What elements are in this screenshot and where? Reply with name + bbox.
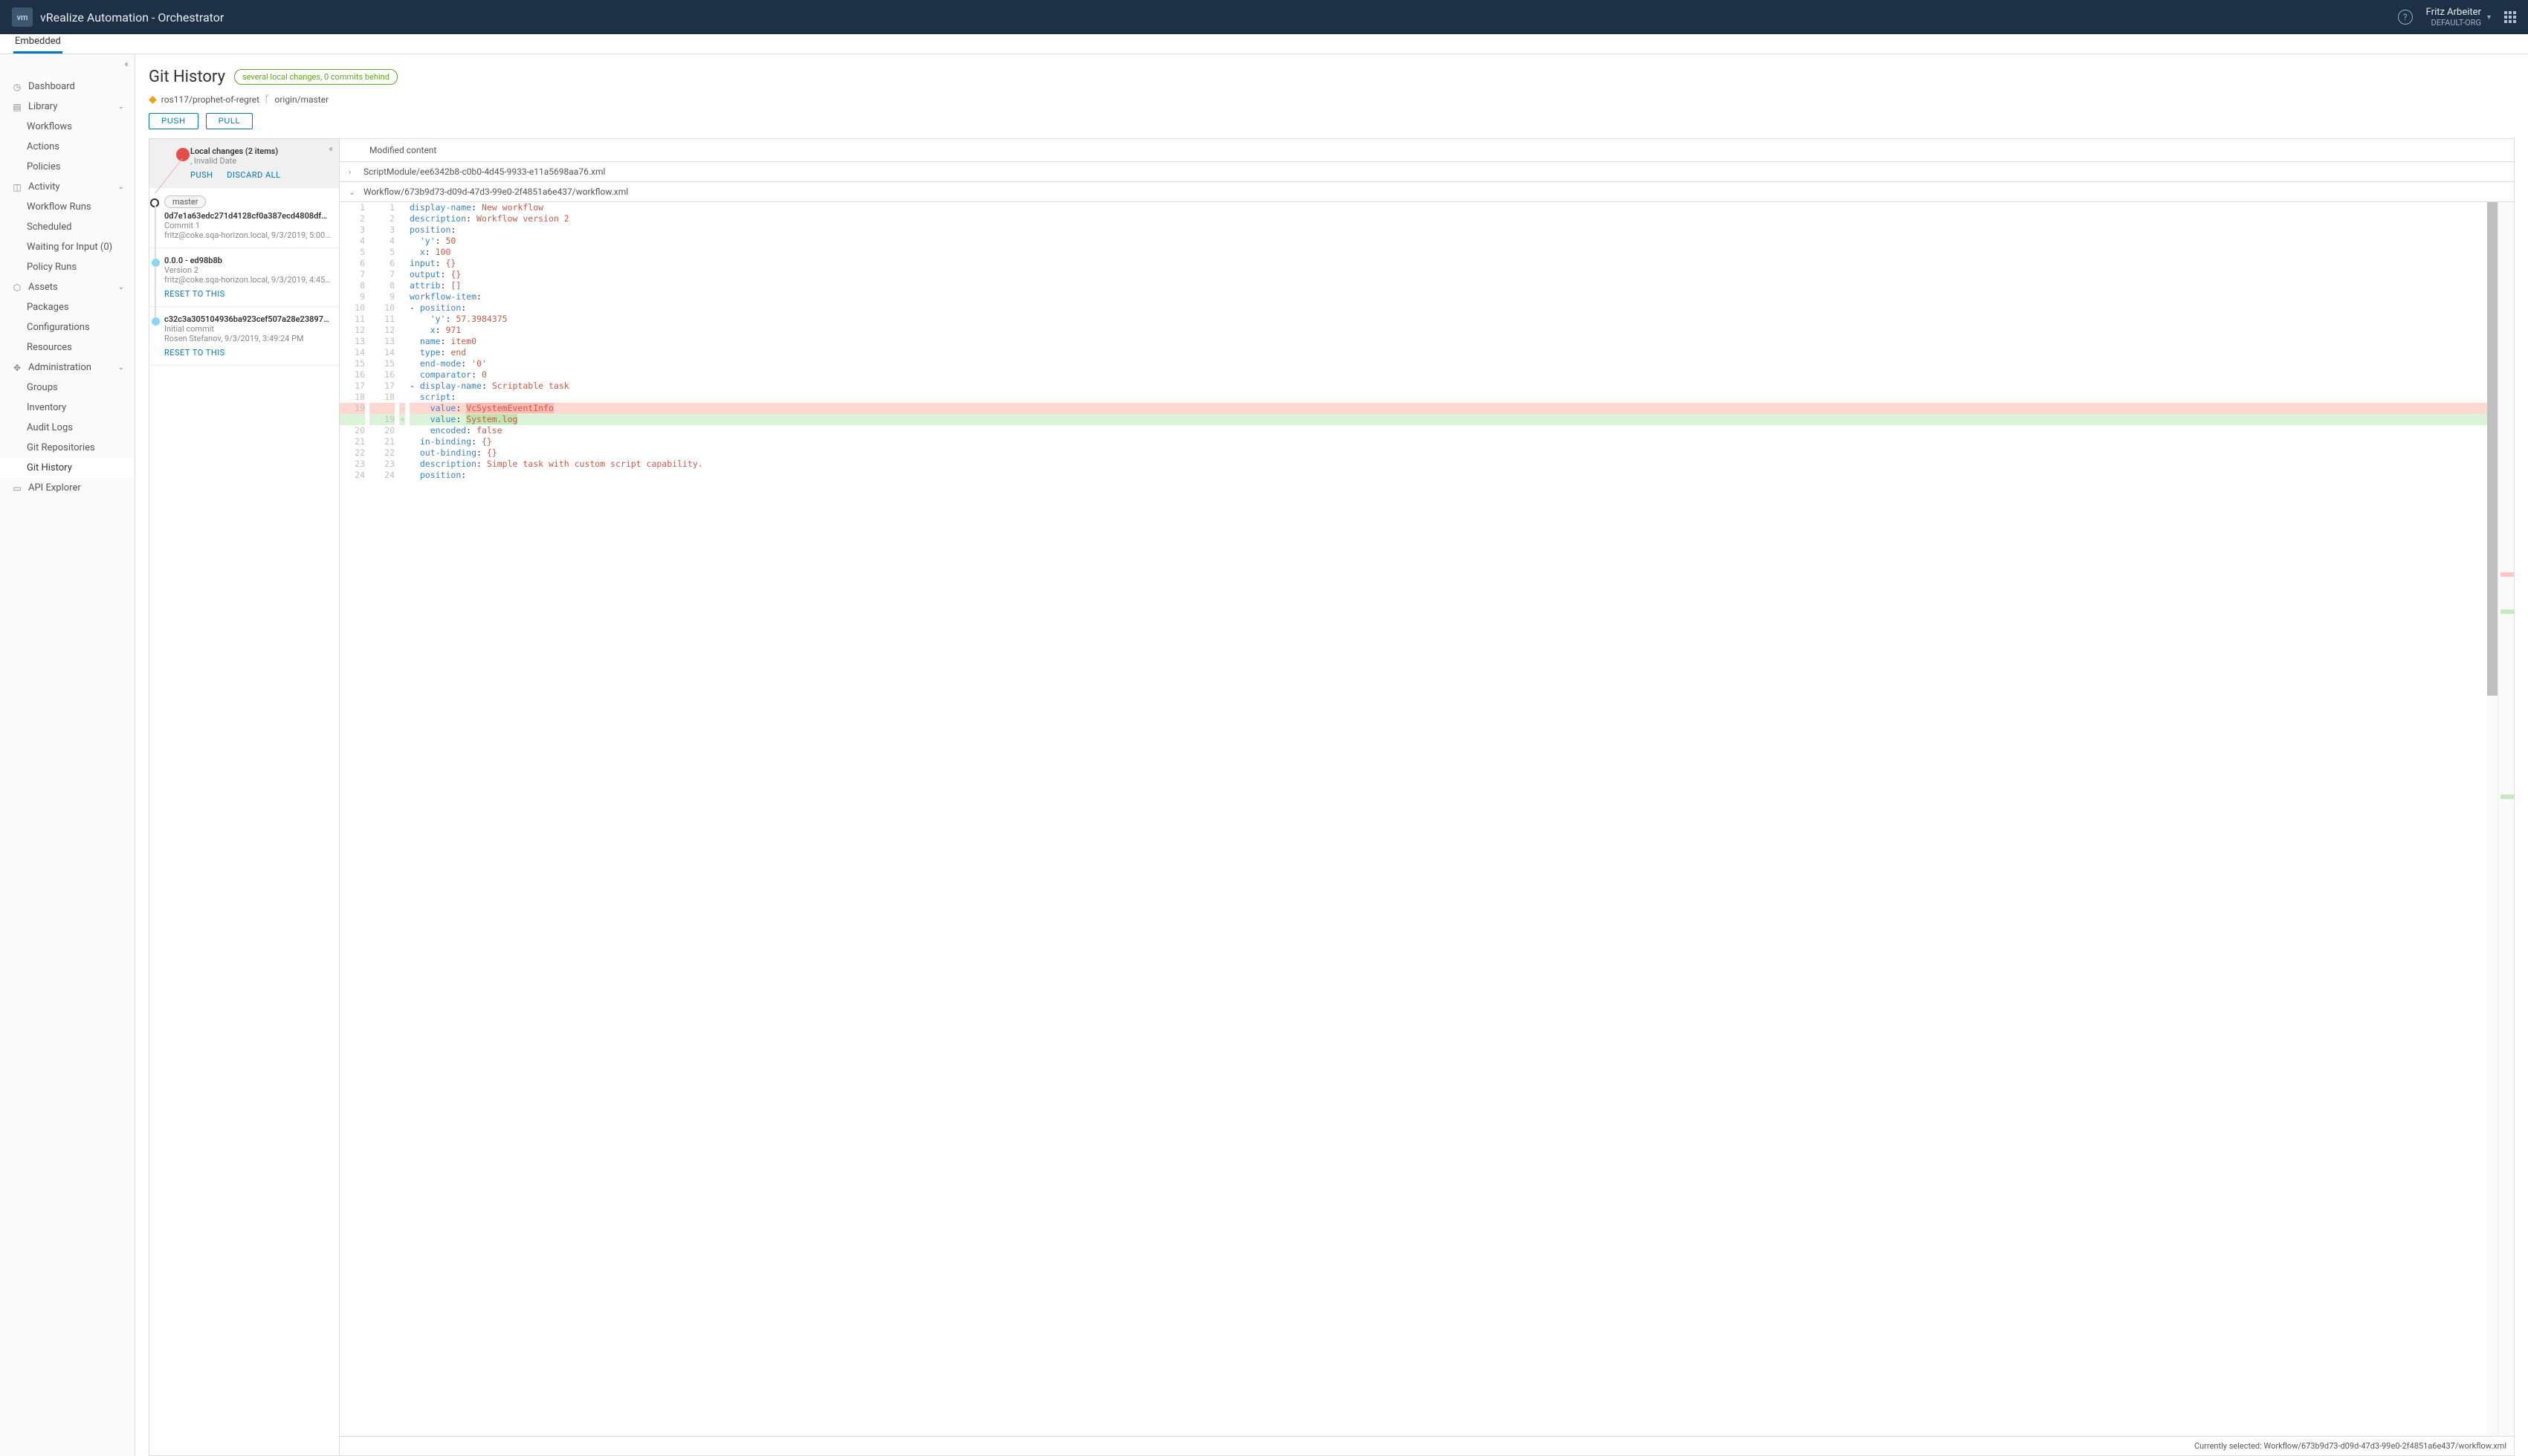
main-content: Git History several local changes, 0 com… xyxy=(135,54,2528,1456)
diff-header: Modified content xyxy=(340,139,2514,162)
user-name: Fritz Arbeiter xyxy=(2426,7,2481,18)
diff-footer: Currently selected: Workflow/673b9d73-d0… xyxy=(340,1436,2514,1455)
user-menu[interactable]: Fritz Arbeiter DEFAULT-ORG ▾ xyxy=(2426,7,2491,27)
file-row-expanded[interactable]: ⌄ Workflow/673b9d73-d09d-47d3-99e0-2f485… xyxy=(340,182,2514,202)
user-org: DEFAULT-ORG xyxy=(2426,18,2481,27)
nav-api-explorer[interactable]: ▭ API Explorer xyxy=(0,478,135,498)
chevron-right-icon: › xyxy=(349,167,363,177)
local-changes-dot xyxy=(176,148,190,161)
nav-waiting[interactable]: Waiting for Input (0) xyxy=(0,237,135,257)
admin-icon: ✥ xyxy=(12,363,22,373)
page-title: Git History xyxy=(149,68,225,86)
local-changes-title: Local changes (2 items) xyxy=(190,146,332,156)
nav-administration[interactable]: ✥ Administration ⌄ xyxy=(0,357,135,378)
chevron-down-icon: ⌄ xyxy=(118,363,124,372)
nav-dashboard[interactable]: ◷ Dashboard xyxy=(0,77,135,97)
branch-icon: ᚴ xyxy=(264,94,270,106)
api-icon: ▭ xyxy=(12,483,22,494)
chevron-down-icon: ⌄ xyxy=(118,283,124,291)
apps-launcher-icon[interactable] xyxy=(2504,11,2516,23)
commit-meta: fritz@coke.sqa-horizon.local, 9/3/2019, … xyxy=(164,275,332,285)
branch-tag: master xyxy=(164,195,206,208)
commit-message: Version 2 xyxy=(164,265,332,275)
library-icon: ▤ xyxy=(12,102,22,112)
sidebar-collapse-icon[interactable]: « xyxy=(124,59,129,69)
history-collapse-icon[interactable]: « xyxy=(329,143,333,154)
file-name: Workflow/673b9d73-d09d-47d3-99e0-2f4851a… xyxy=(363,187,628,197)
branch-name: origin/master xyxy=(274,94,329,105)
diff-body[interactable]: 1234567891011121314151617181920212223241… xyxy=(340,202,2514,1436)
nav-resources[interactable]: Resources xyxy=(0,337,135,357)
help-icon[interactable]: ? xyxy=(2398,10,2413,25)
repo-name: ros117/prophet-of-regret xyxy=(161,94,259,105)
local-changes-item[interactable]: Local changes (2 items) , Invalid Date P… xyxy=(149,139,339,188)
nav-policies[interactable]: Policies xyxy=(0,157,135,177)
commit-message: Commit 1 xyxy=(164,221,332,230)
nav-activity[interactable]: ◫ Activity ⌄ xyxy=(0,177,135,197)
nav-label: API Explorer xyxy=(28,482,81,494)
commit-item[interactable]: master 0d7e1a63edc271d4128cf0a387ecd4808… xyxy=(149,188,339,248)
commit-dot xyxy=(152,317,160,326)
tab-embedded[interactable]: Embedded xyxy=(13,32,62,54)
chevron-down-icon: ⌄ xyxy=(118,103,124,111)
chevron-down-icon: ⌄ xyxy=(118,183,124,191)
nav-workflow-runs[interactable]: Workflow Runs xyxy=(0,197,135,217)
header-right: ? Fritz Arbeiter DEFAULT-ORG ▾ xyxy=(2398,7,2516,27)
nav-assets[interactable]: ⬡ Assets ⌄ xyxy=(0,277,135,297)
nav-git-repos[interactable]: Git Repositories xyxy=(0,438,135,458)
commit-item[interactable]: c32c3a305104936ba923cef507a28e23897fd...… xyxy=(149,307,339,366)
nav-library[interactable]: ▤ Library ⌄ xyxy=(0,97,135,117)
file-name: ScriptModule/ee6342b8-c0b0-4d45-9933-e11… xyxy=(363,166,605,177)
nav-configurations[interactable]: Configurations xyxy=(0,317,135,337)
nav-label: Dashboard xyxy=(28,81,75,92)
vmware-logo: vm xyxy=(12,7,33,27)
nav-audit-logs[interactable]: Audit Logs xyxy=(0,418,135,438)
nav-inventory[interactable]: Inventory xyxy=(0,398,135,418)
nav-label: Activity xyxy=(28,181,60,192)
nav-actions[interactable]: Actions xyxy=(0,137,135,157)
diff-panel: Modified content › ScriptModule/ee6342b8… xyxy=(340,139,2514,1455)
dashboard-icon: ◷ xyxy=(12,82,22,92)
nav-git-history[interactable]: Git History xyxy=(0,458,135,478)
app-header: vm vRealize Automation - Orchestrator ? … xyxy=(0,0,2528,34)
local-discard-link[interactable]: DISCARD ALL xyxy=(227,170,280,180)
commit-item[interactable]: 0.0.0 - ed98b8b Version 2 fritz@coke.sqa… xyxy=(149,248,339,307)
push-button[interactable]: PUSH xyxy=(149,113,198,129)
activity-icon: ◫ xyxy=(12,182,22,192)
nav-policy-runs[interactable]: Policy Runs xyxy=(0,257,135,277)
status-badge: several local changes, 0 commits behind xyxy=(234,69,398,85)
commit-message: Initial commit xyxy=(164,324,332,334)
commit-meta: fritz@coke.sqa-horizon.local, 9/3/2019, … xyxy=(164,230,332,240)
app-title: vRealize Automation - Orchestrator xyxy=(40,10,2398,25)
nav-label: Administration xyxy=(28,362,91,373)
nav-label: Assets xyxy=(28,282,58,293)
assets-icon: ⬡ xyxy=(12,282,22,293)
chevron-down-icon: ⌄ xyxy=(349,187,363,197)
history-panel: « Local changes (2 items) , Invalid Date… xyxy=(149,139,340,1455)
commit-hash: 0d7e1a63edc271d4128cf0a387ecd4808df00... xyxy=(164,211,332,221)
commit-hash: 0.0.0 - ed98b8b xyxy=(164,256,332,265)
reset-link[interactable]: RESET TO THIS xyxy=(164,348,225,357)
git-icon: ◆ xyxy=(149,94,157,106)
local-changes-date: , Invalid Date xyxy=(190,156,332,166)
reset-link[interactable]: RESET TO THIS xyxy=(164,289,225,299)
nav-workflows[interactable]: Workflows xyxy=(0,117,135,137)
sidebar: « ◷ Dashboard ▤ Library ⌄ Workflows Actions… xyxy=(0,54,135,1456)
file-row-collapsed[interactable]: › ScriptModule/ee6342b8-c0b0-4d45-9933-e… xyxy=(340,162,2514,182)
local-push-link[interactable]: PUSH xyxy=(190,170,213,180)
context-tabs: Embedded xyxy=(0,34,2528,54)
commit-hash: c32c3a305104936ba923cef507a28e23897fd... xyxy=(164,314,332,324)
nav-groups[interactable]: Groups xyxy=(0,378,135,398)
nav-label: Library xyxy=(28,101,57,112)
pull-button[interactable]: PULL xyxy=(206,113,253,129)
commit-meta: Rosen Stefanov, 9/3/2019, 3:49:24 PM xyxy=(164,334,332,343)
chevron-down-icon: ▾ xyxy=(2487,13,2491,22)
nav-packages[interactable]: Packages xyxy=(0,297,135,317)
nav-scheduled[interactable]: Scheduled xyxy=(0,217,135,237)
